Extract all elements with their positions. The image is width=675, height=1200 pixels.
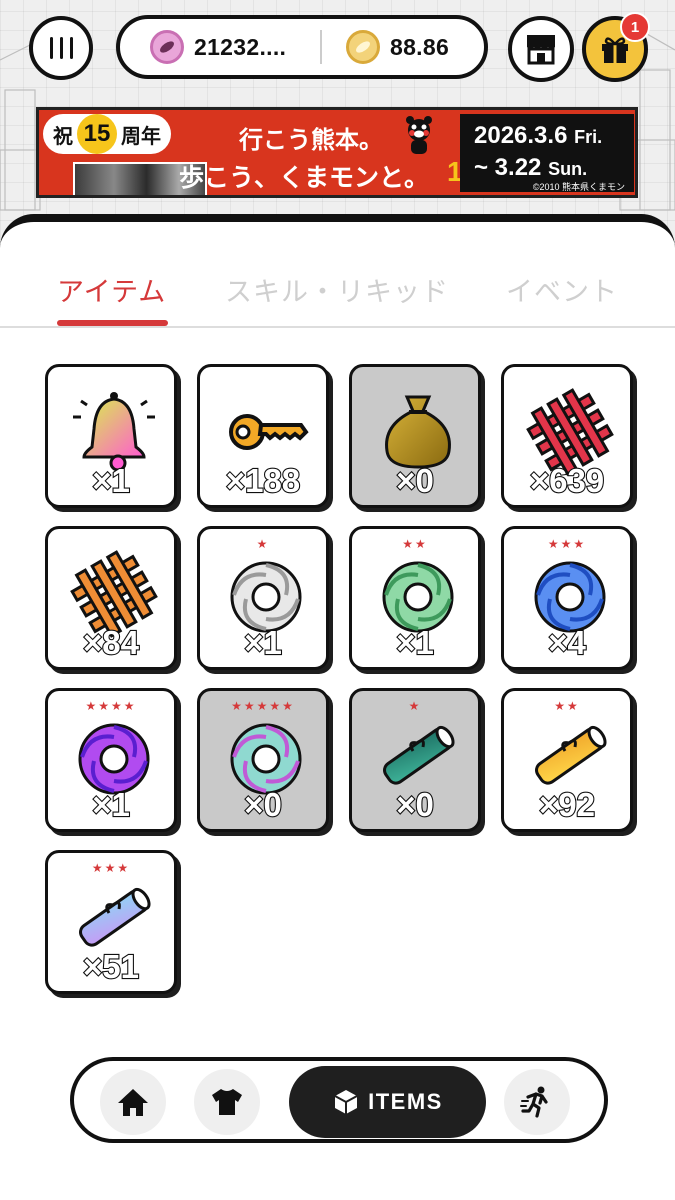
gift-button[interactable]: 1 bbox=[582, 12, 650, 82]
notification-badge: 1 bbox=[620, 12, 650, 42]
start-day: Fri. bbox=[574, 127, 603, 147]
nav-items-button[interactable]: ITEMS bbox=[289, 1066, 486, 1138]
item-count: ×4 bbox=[547, 623, 587, 661]
event-end-date: ~ 3.22 Sun. bbox=[474, 154, 624, 182]
event-start-date: 2026.3.6 Fri. bbox=[474, 122, 624, 150]
item-count: ×0 bbox=[395, 461, 435, 499]
item-slot[interactable]: ★★★★★ ×0 bbox=[197, 688, 329, 832]
anniversary-label: 祝 15 周年 bbox=[43, 114, 171, 154]
item-slot[interactable]: ×84 bbox=[45, 526, 177, 670]
shop-button[interactable] bbox=[508, 16, 574, 82]
nav-items-label: ITEMS bbox=[368, 1089, 443, 1114]
item-slot[interactable]: ★★★ ×51 bbox=[45, 850, 177, 994]
kumamon-icon bbox=[406, 116, 432, 154]
menu-icon bbox=[49, 37, 73, 59]
tab-items[interactable]: アイテム bbox=[57, 270, 166, 309]
tab-bar: アイテム スキル・リキッド イベント bbox=[0, 222, 675, 328]
item-slot[interactable]: ×0 bbox=[349, 364, 481, 508]
item-count: ×1 bbox=[91, 461, 131, 499]
item-slot[interactable]: ★ ×0 bbox=[349, 688, 481, 832]
nav-outfit-button[interactable] bbox=[194, 1069, 260, 1135]
item-slot[interactable]: ★★ ×1 bbox=[349, 526, 481, 670]
item-count: ×639 bbox=[529, 461, 606, 499]
item-count: ×188 bbox=[225, 461, 302, 499]
item-count: ×0 bbox=[243, 785, 283, 823]
item-slot[interactable]: ×1 bbox=[45, 364, 177, 508]
item-slot[interactable]: ★★★ ×4 bbox=[501, 526, 633, 670]
anniversary-prefix: 祝 bbox=[53, 125, 73, 148]
start-date: 2026.3.6 bbox=[474, 122, 568, 149]
end-day: Sun. bbox=[548, 159, 588, 179]
pink-feather-coin-icon bbox=[150, 30, 184, 64]
item-slot[interactable]: ×188 bbox=[197, 364, 329, 508]
nav-home-button[interactable] bbox=[100, 1069, 166, 1135]
item-count: ×0 bbox=[395, 785, 435, 823]
pink-currency-value: 21232.... bbox=[194, 33, 287, 60]
anniversary-number: 15 bbox=[77, 114, 117, 154]
item-count: ×1 bbox=[91, 785, 131, 823]
gold-feather-coin-icon bbox=[346, 30, 380, 64]
item-slot[interactable]: ×639 bbox=[501, 364, 633, 508]
gold-currency: 88.86 bbox=[322, 19, 449, 75]
store-icon bbox=[527, 35, 555, 65]
gold-currency-value: 88.86 bbox=[390, 33, 450, 60]
tab-skills-liquid[interactable]: スキル・リキッド bbox=[225, 270, 449, 309]
tab-events[interactable]: イベント bbox=[506, 270, 618, 309]
banner-copyright: ©2010 熊本県くまモン bbox=[532, 182, 625, 192]
bottom-navigation: ITEMS bbox=[70, 1057, 608, 1143]
anniversary-suffix: 周年 bbox=[121, 125, 161, 148]
event-banner[interactable]: 祝 15 周年 行こう熊本。 歩こう、くまモンと。 15 2026.3.6 Fr… bbox=[36, 107, 638, 198]
active-tab-indicator bbox=[57, 320, 168, 326]
menu-button[interactable] bbox=[29, 16, 93, 80]
item-count: ×92 bbox=[538, 785, 596, 823]
pink-currency: 21232.... bbox=[120, 19, 320, 75]
currency-display: 21232.... 88.86 bbox=[116, 15, 488, 79]
item-slot[interactable]: ★★ ×92 bbox=[501, 688, 633, 832]
item-count: ×1 bbox=[395, 623, 435, 661]
shirt-icon bbox=[212, 1089, 242, 1115]
home-icon bbox=[118, 1089, 148, 1116]
item-slot[interactable]: ★ ×1 bbox=[197, 526, 329, 670]
cube-icon bbox=[334, 1090, 358, 1114]
end-date: ~ 3.22 bbox=[474, 154, 542, 181]
item-count: ×84 bbox=[82, 623, 140, 661]
item-count: ×51 bbox=[82, 947, 140, 985]
banner-headline-1: 行こう熊本。 bbox=[239, 127, 383, 154]
item-slot[interactable]: ★★★★ ×1 bbox=[45, 688, 177, 832]
nav-activity-button[interactable] bbox=[504, 1069, 570, 1135]
banner-headline-2: 歩こう、くまモンと。 bbox=[179, 164, 430, 192]
item-count: ×1 bbox=[243, 623, 283, 661]
running-person-icon bbox=[520, 1086, 548, 1118]
